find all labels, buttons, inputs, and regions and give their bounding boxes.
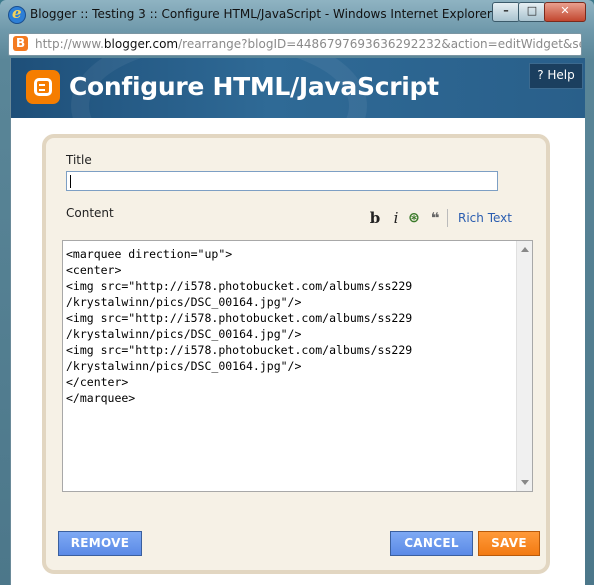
internet-explorer-icon xyxy=(8,4,26,24)
toolbar-divider xyxy=(447,209,448,227)
window-title: Blogger :: Testing 3 :: Configure HTML/J… xyxy=(30,7,492,21)
scroll-down-arrow-icon[interactable] xyxy=(521,480,529,485)
title-input[interactable] xyxy=(66,171,498,191)
content-label: Content xyxy=(66,206,114,220)
widget-form-panel: Title Content b i ⊛ ❝ Rich Text <marquee… xyxy=(42,134,550,574)
dialog-title: Configure HTML/JavaScript xyxy=(69,72,439,101)
bold-button[interactable]: b xyxy=(367,209,383,227)
text-caret xyxy=(70,175,71,188)
insert-link-button[interactable]: ⊛ xyxy=(406,209,422,227)
address-bar[interactable]: http://www.blogger.com/rearrange?blogID=… xyxy=(8,33,582,56)
title-label: Title xyxy=(66,153,92,167)
help-button[interactable]: ? Help xyxy=(529,63,583,89)
blogger-logo-icon xyxy=(26,70,60,104)
blogger-favicon-icon xyxy=(13,36,28,51)
page-content: Configure HTML/JavaScript ? Help Title C… xyxy=(10,58,585,585)
rich-text-link[interactable]: Rich Text xyxy=(458,211,512,225)
dialog-header: Configure HTML/JavaScript ? Help xyxy=(11,58,585,118)
content-textarea[interactable]: <marquee direction="up"> <center> <img s… xyxy=(62,240,533,492)
scroll-up-arrow-icon[interactable] xyxy=(521,247,529,252)
close-button[interactable]: ✕ xyxy=(544,2,586,22)
remove-button[interactable]: REMOVE xyxy=(58,531,142,556)
blockquote-button[interactable]: ❝ xyxy=(427,209,443,227)
browser-window: Blogger :: Testing 3 :: Configure HTML/J… xyxy=(0,0,594,585)
window-titlebar[interactable]: Blogger :: Testing 3 :: Configure HTML/J… xyxy=(0,0,594,30)
cancel-button[interactable]: CANCEL xyxy=(390,531,473,556)
italic-button[interactable]: i xyxy=(388,209,404,227)
content-code: <marquee direction="up"> <center> <img s… xyxy=(66,247,413,405)
minimize-button[interactable]: – xyxy=(492,2,520,22)
save-button[interactable]: SAVE xyxy=(478,531,540,556)
address-url[interactable]: http://www.blogger.com/rearrange?blogID=… xyxy=(35,37,581,51)
editor-scrollbar[interactable] xyxy=(516,241,532,491)
maximize-button[interactable]: □ xyxy=(518,2,546,22)
